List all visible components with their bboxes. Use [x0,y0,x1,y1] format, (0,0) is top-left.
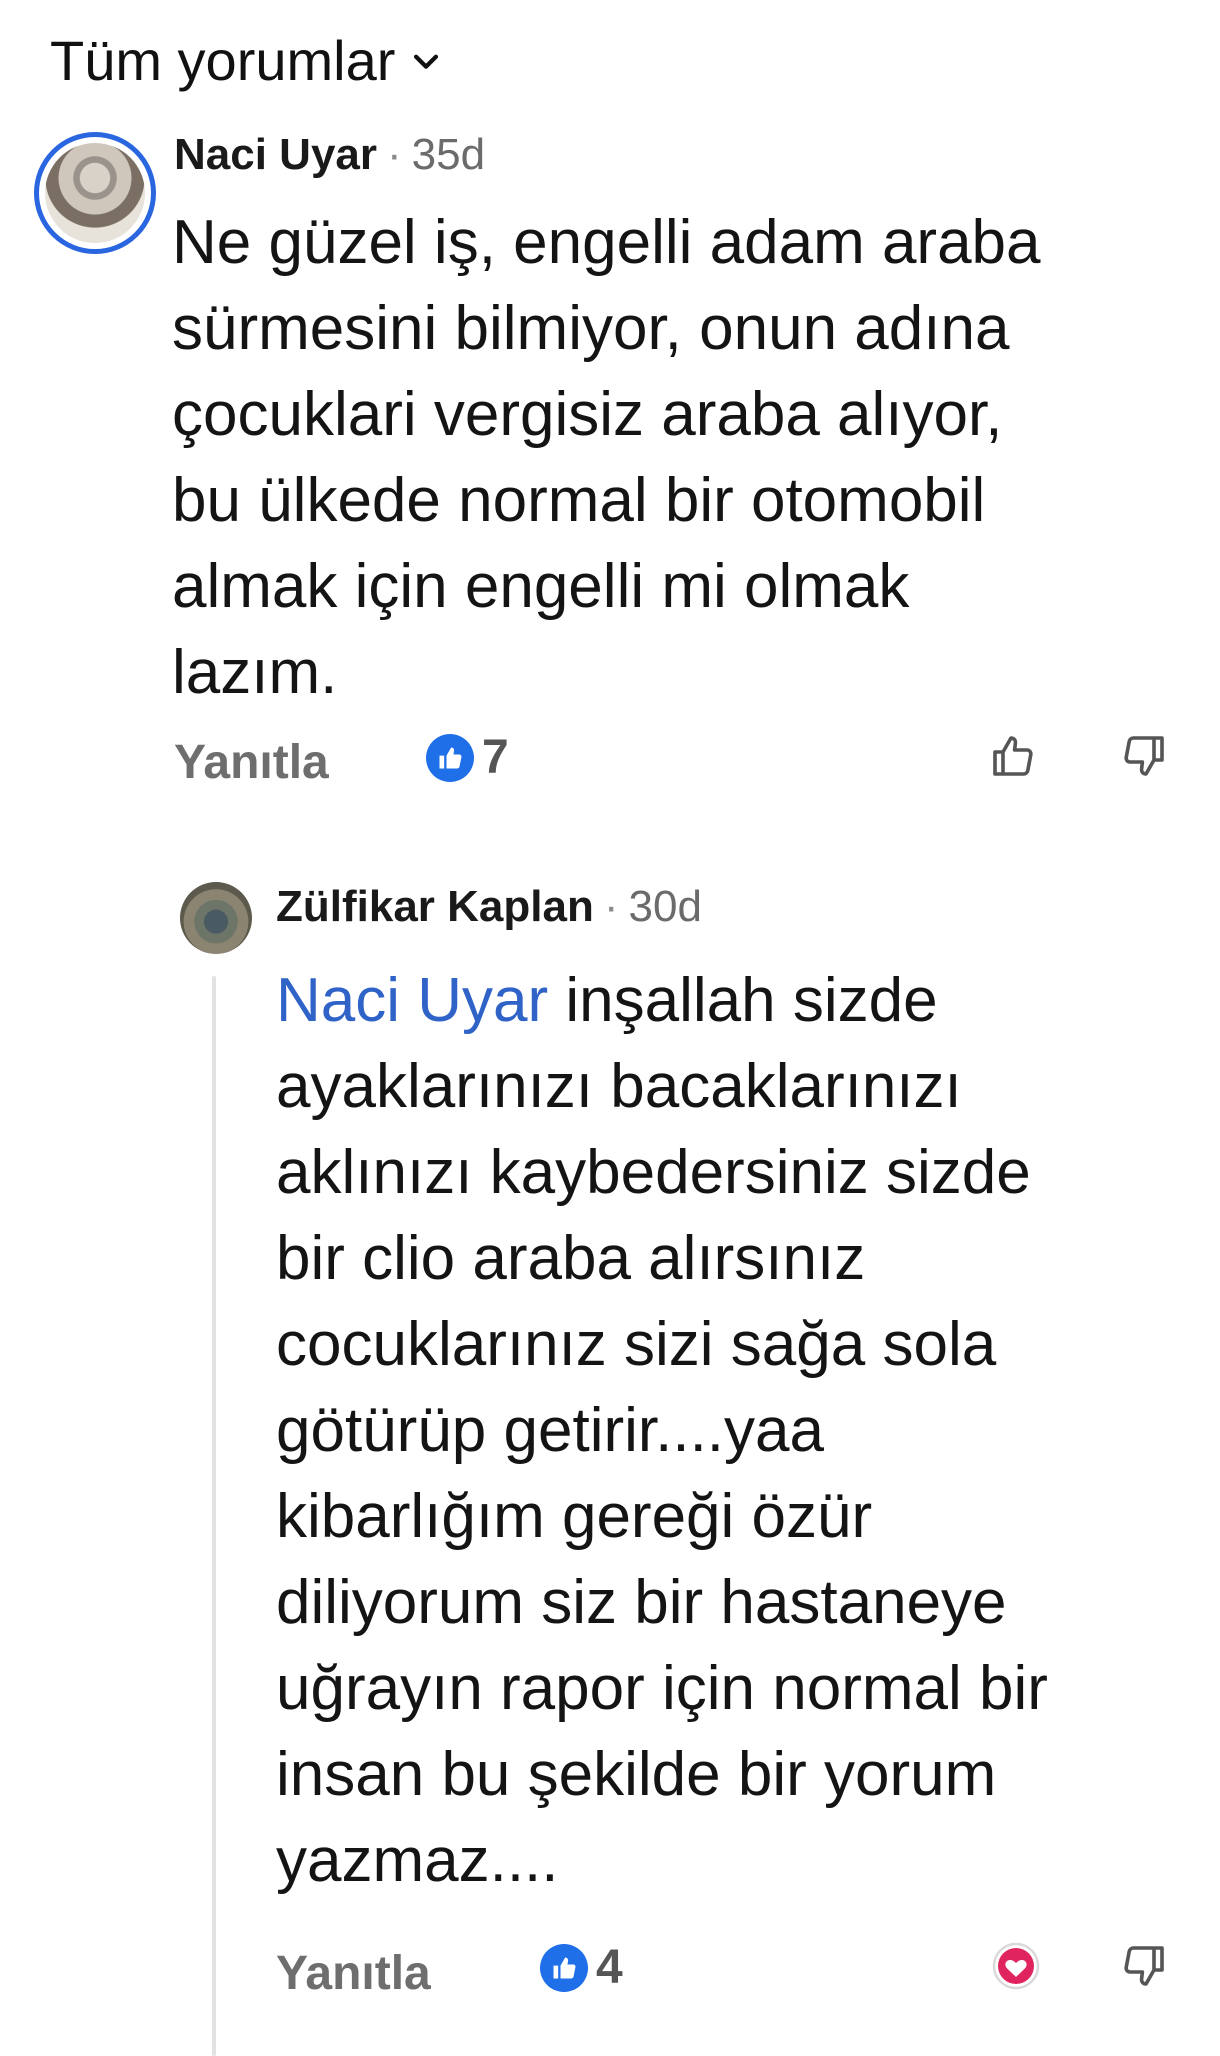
reaction-summary[interactable]: 7 [426,730,509,785]
comment-time: 35d [411,130,486,179]
thumbs-up-icon [993,736,1033,776]
comment-author-line: Naci Uyar · 35d [174,130,485,180]
reply-button[interactable]: Yanıtla [174,735,329,790]
avatar[interactable] [180,882,252,954]
dislike-button[interactable] [1116,728,1172,784]
separator-dot: · [387,130,402,179]
author-name[interactable]: Naci Uyar [174,130,377,180]
avatar-image [45,143,145,243]
reaction-count: 7 [482,731,509,784]
thumbs-down-icon [1124,736,1164,776]
reply-thread-line [212,976,216,2056]
heart-icon [992,1942,1040,1990]
like-reaction-icon [540,1943,588,1992]
reply-time: 30d [628,882,702,931]
chevron-down-icon [414,54,439,69]
comment-actions: Yanıtla [174,735,329,790]
dislike-button[interactable] [1116,1938,1172,1994]
like-reaction-icon [426,733,474,782]
avatar[interactable] [34,132,156,254]
reply-author-line: Zülfikar Kaplan · 30d [276,882,702,932]
author-name[interactable]: Zülfikar Kaplan [276,882,594,932]
filter-label: Tüm yorumlar [50,29,396,92]
thumbs-down-icon [1124,1946,1164,1986]
reaction-summary[interactable]: 4 [540,1940,623,1995]
reply-text: Naci Uyar inşallah sizde ayaklarınızı ba… [276,958,1196,1904]
reply-button[interactable]: Yanıtla [276,1946,431,2001]
reply-actions: Yanıtla [276,1946,431,2001]
love-reaction-button[interactable] [988,1938,1044,1994]
reaction-count: 4 [596,1941,623,1994]
reply-body: inşallah sizde ayaklarınızı bacaklarınız… [276,966,1048,1895]
separator-dot: · [603,882,619,931]
mention-link[interactable]: Naci Uyar [276,966,548,1035]
comment-filter-dropdown[interactable]: Tüm yorumlar [50,28,443,93]
comment-text: Ne güzel iş, engelli adam araba sürmesin… [172,208,1041,707]
like-button[interactable] [985,728,1041,784]
